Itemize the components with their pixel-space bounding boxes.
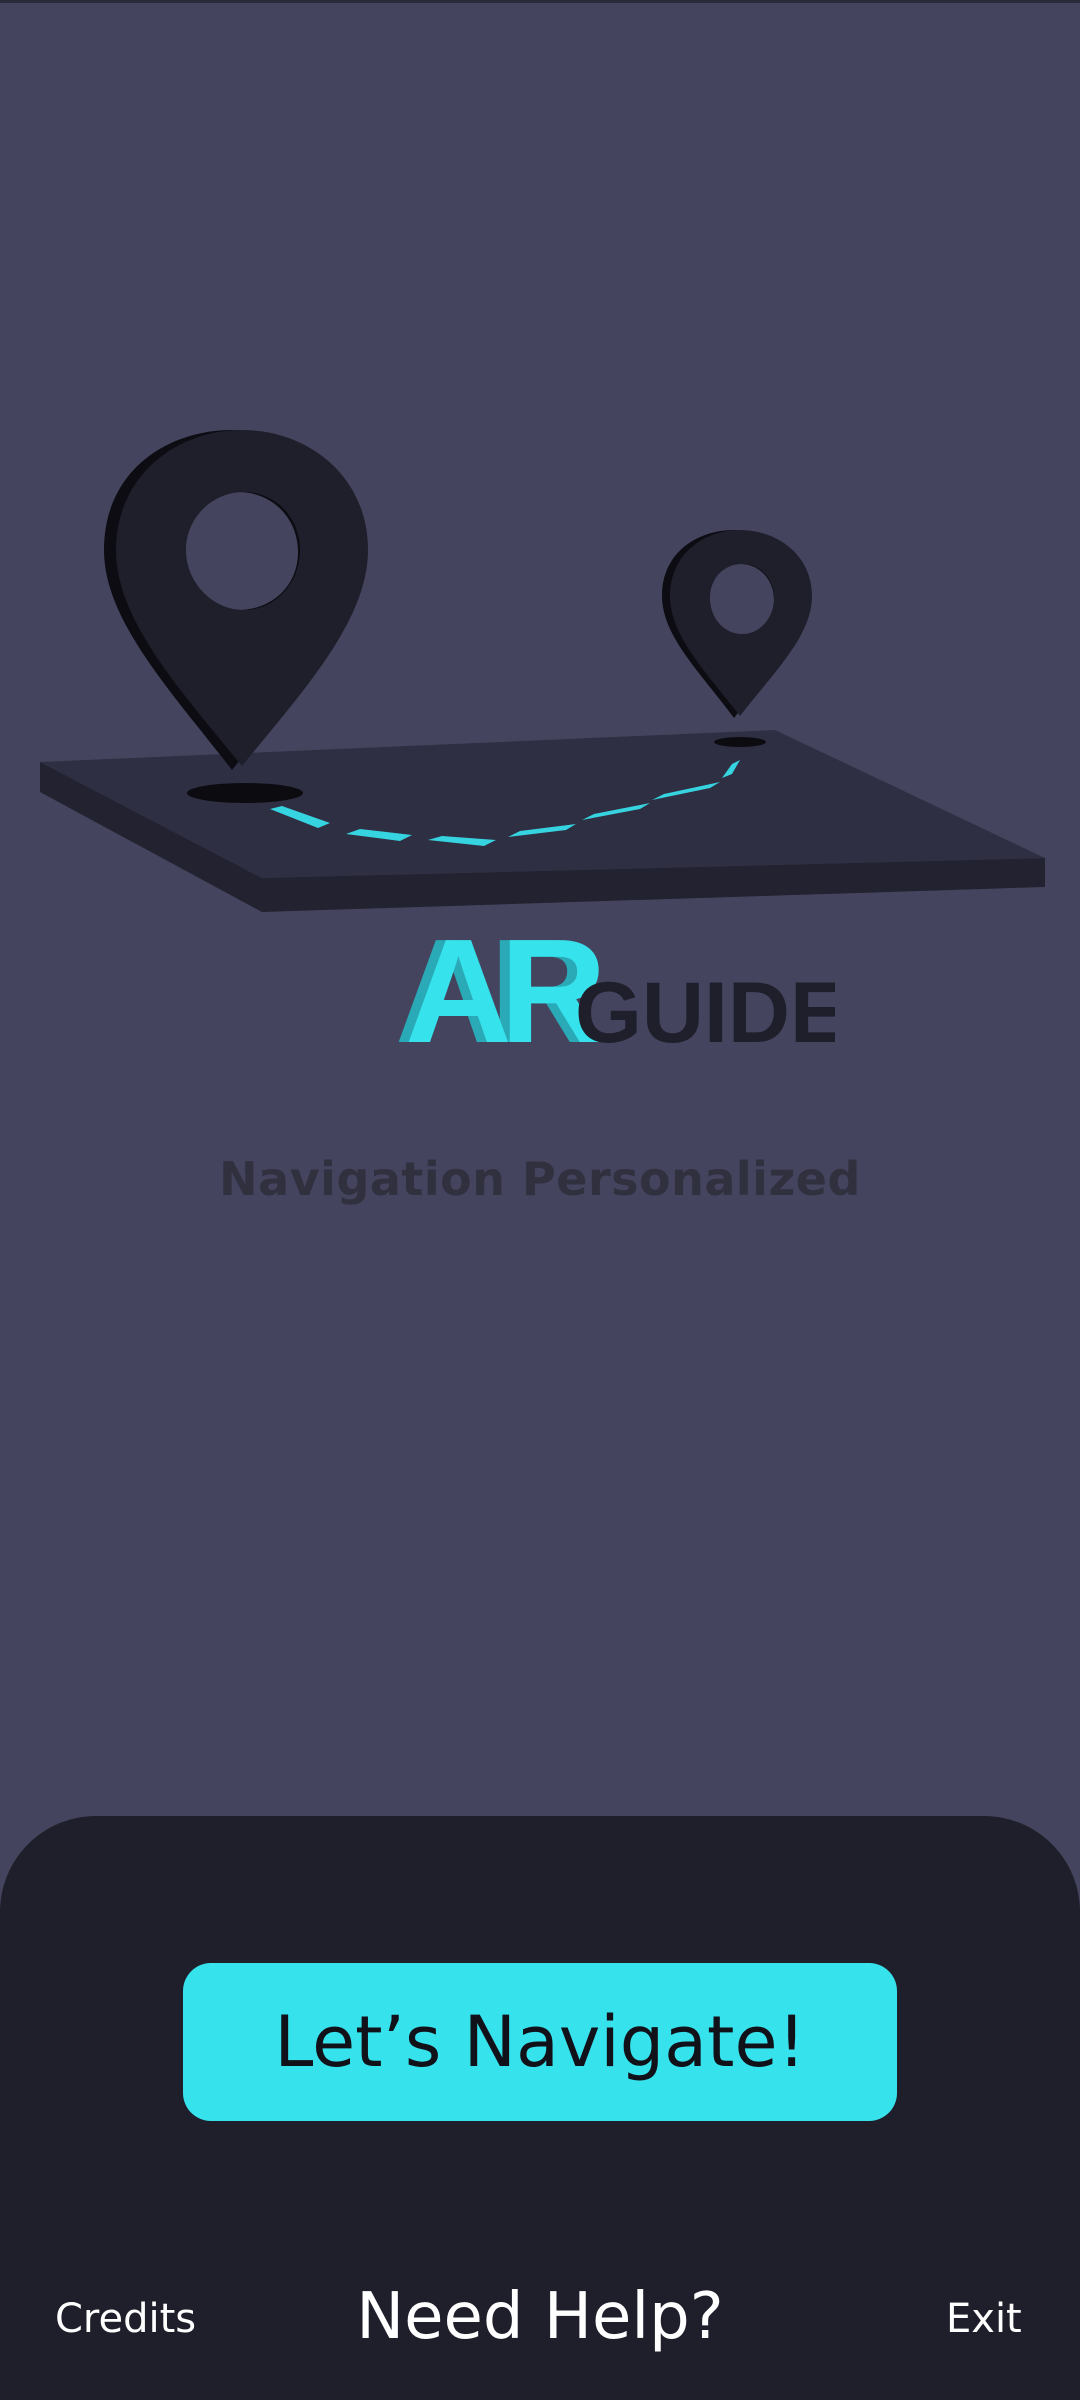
logo-wordmark: AR AR GUIDE xyxy=(395,909,847,1074)
top-divider xyxy=(0,0,1080,3)
large-pin-icon xyxy=(104,430,368,770)
logo-guide-text: GUIDE xyxy=(575,965,835,1060)
credits-link[interactable]: Credits xyxy=(55,2296,196,2342)
hero-illustration xyxy=(0,400,1080,940)
exit-link[interactable]: Exit xyxy=(946,2296,1022,2342)
lets-navigate-label: Let’s Navigate! xyxy=(274,2001,806,2083)
app-logo: AR AR GUIDE xyxy=(395,909,847,1074)
tagline: Navigation Personalized xyxy=(219,1152,861,1206)
lets-navigate-button[interactable]: Let’s Navigate! xyxy=(183,1963,897,2121)
map-route-illustration xyxy=(40,430,1045,912)
small-pin-icon xyxy=(662,530,812,718)
need-help-link[interactable]: Need Help? xyxy=(356,2280,723,2354)
